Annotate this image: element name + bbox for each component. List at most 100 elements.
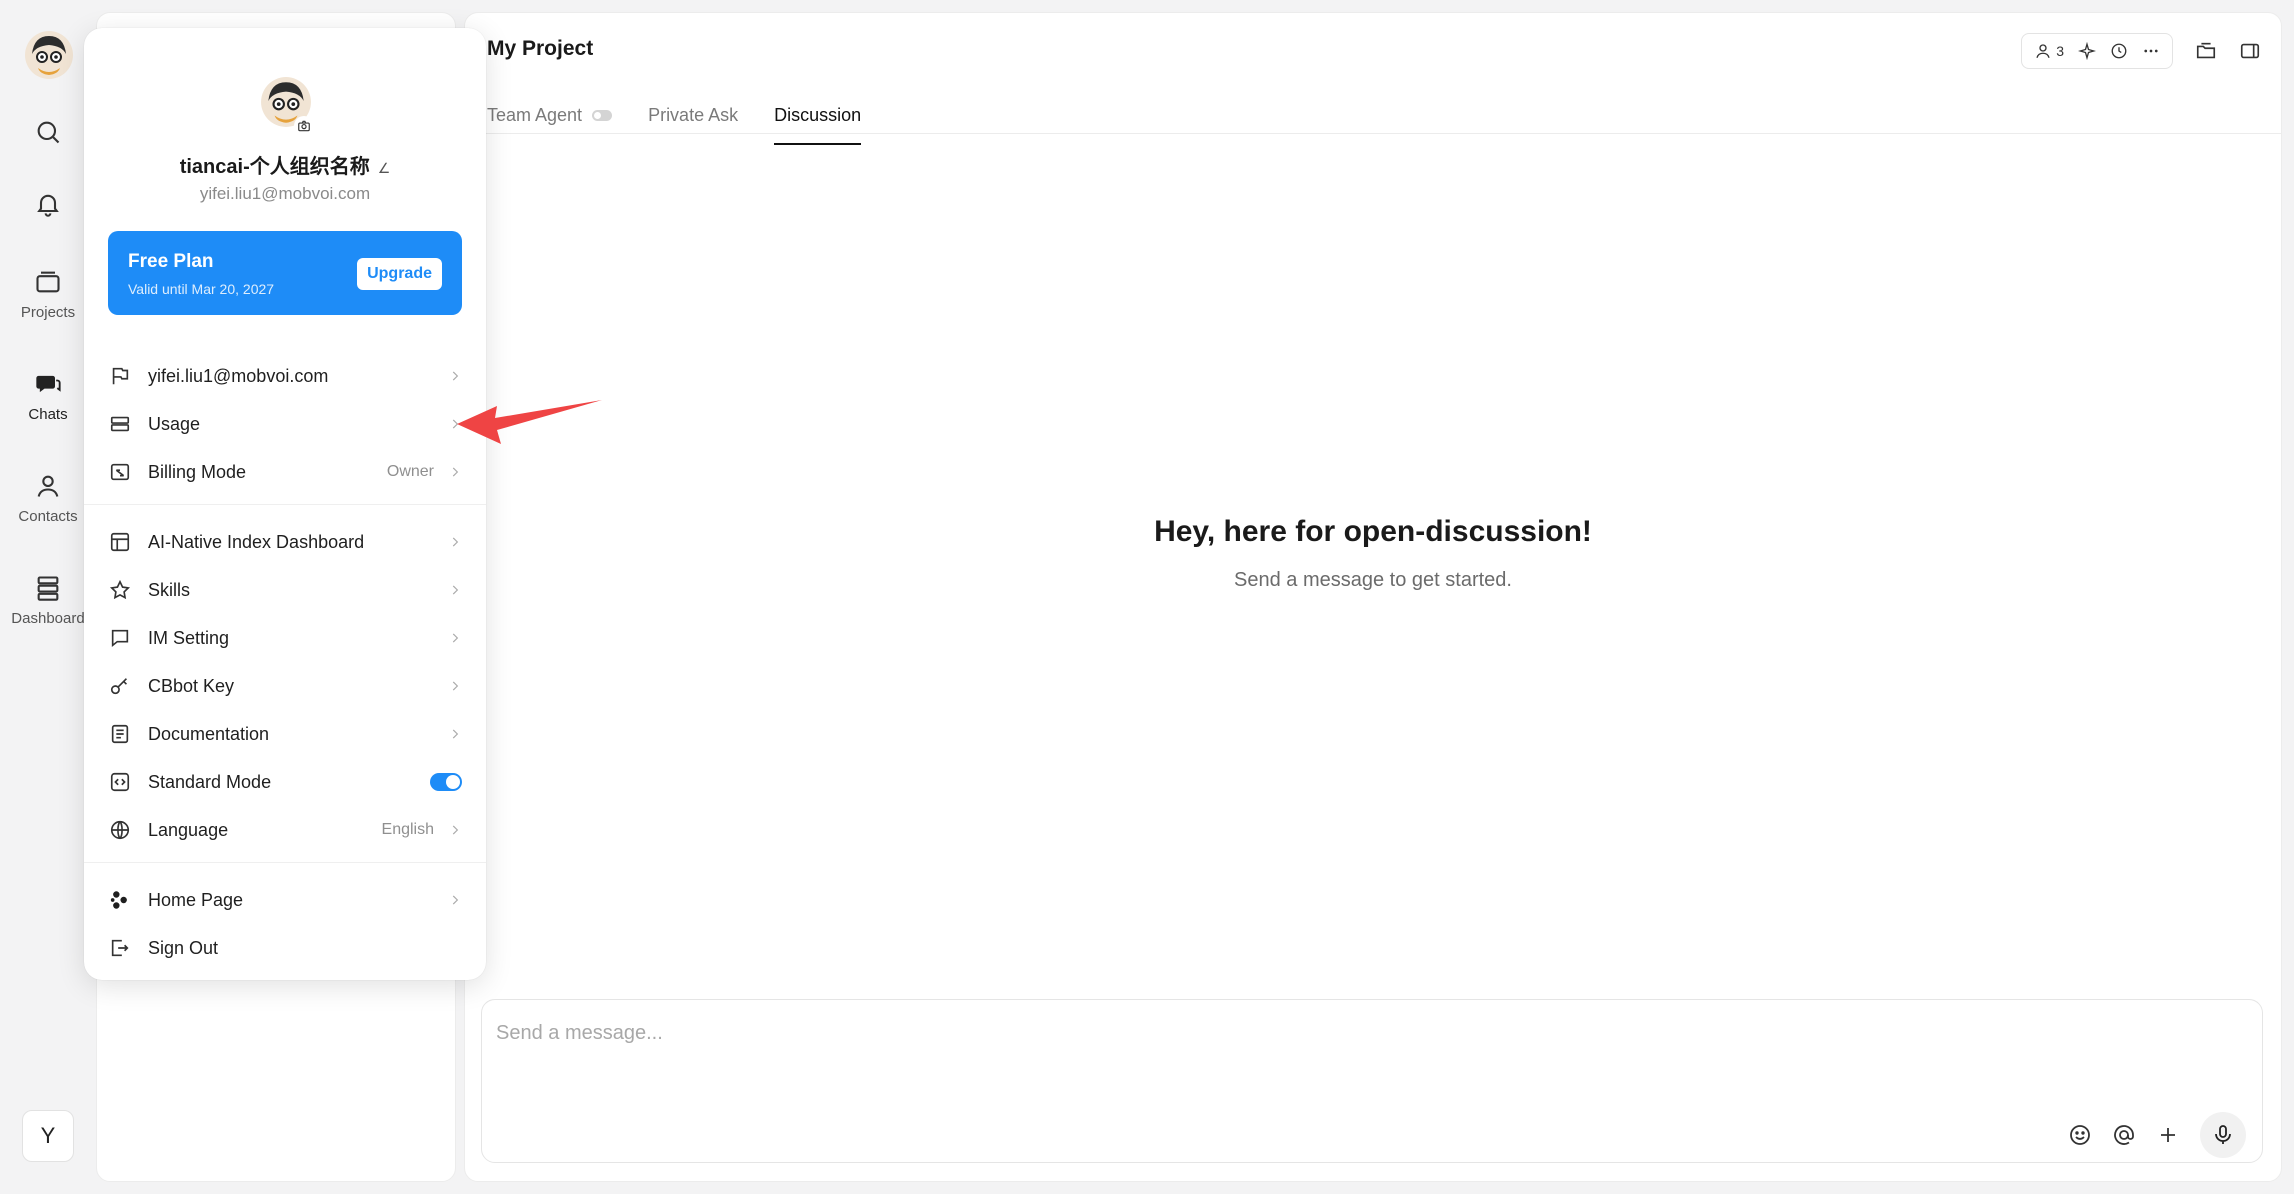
menu-label: yifei.liu1@mobvoi.com bbox=[148, 365, 329, 386]
voice-input-button[interactable] bbox=[2200, 1112, 2246, 1158]
rail-label: Chats bbox=[28, 406, 68, 423]
menu-label: Usage bbox=[148, 413, 201, 434]
page-title: My Project bbox=[487, 37, 594, 60]
menu-label: Billing Mode bbox=[148, 461, 247, 482]
toolbar-group: 3 bbox=[2021, 33, 2173, 69]
tab-label: Private Ask bbox=[648, 105, 739, 125]
menu-item-im-setting[interactable]: IM Setting bbox=[108, 618, 462, 658]
left-rail: Projects Chats Contacts Dashboard Y bbox=[0, 0, 96, 1194]
menu-label: Documentation bbox=[148, 723, 270, 744]
user-icon bbox=[2036, 44, 2050, 58]
code-icon bbox=[108, 770, 132, 794]
flag-icon bbox=[108, 364, 132, 388]
tab-team-agent[interactable]: Team Agent bbox=[487, 97, 613, 145]
rail-label: Contacts bbox=[18, 508, 78, 525]
menu-item-account[interactable]: yifei.liu1@mobvoi.com bbox=[108, 356, 462, 396]
profile-name: tiancai-个人组织名称 ∠ bbox=[84, 150, 486, 179]
edit-name-icon[interactable]: ∠ bbox=[378, 160, 391, 176]
menu-item-sign-out[interactable]: Sign Out bbox=[108, 928, 462, 968]
rail-label: Dashboard bbox=[11, 610, 85, 627]
menu-item-language[interactable]: Language English bbox=[108, 810, 462, 850]
rail-dashboard[interactable]: Dashboard bbox=[0, 574, 96, 627]
empty-state-title: Hey, here for open-discussion! bbox=[1154, 515, 1592, 548]
key-icon bbox=[108, 674, 132, 698]
rail-search[interactable] bbox=[0, 118, 96, 146]
standard-mode-toggle[interactable] bbox=[430, 773, 462, 791]
user-icon bbox=[37, 475, 59, 497]
message-composer bbox=[481, 999, 2263, 1163]
chevron-right-icon bbox=[452, 371, 459, 381]
rail-label: Projects bbox=[20, 304, 76, 321]
folder-icon bbox=[36, 271, 60, 293]
upgrade-button[interactable]: Upgrade bbox=[357, 258, 442, 290]
more-icon[interactable] bbox=[2142, 42, 2160, 60]
clock-icon[interactable] bbox=[2110, 42, 2128, 60]
menu-item-standard-mode: Standard Mode bbox=[108, 762, 462, 802]
chevron-right-icon bbox=[452, 825, 459, 835]
member-count: 3 bbox=[2056, 43, 2064, 59]
chevron-right-icon bbox=[452, 585, 459, 595]
sparkle-icon[interactable] bbox=[2078, 42, 2096, 60]
plus-icon[interactable] bbox=[2156, 1123, 2180, 1147]
tab-private-ask[interactable]: Private Ask bbox=[648, 97, 738, 145]
rail-projects[interactable]: Projects bbox=[0, 268, 96, 321]
search-icon bbox=[37, 121, 60, 144]
profile-name-text: tiancai-个人组织名称 bbox=[179, 156, 370, 178]
menu-label: Standard Mode bbox=[148, 771, 272, 792]
team-agent-toggle[interactable] bbox=[592, 110, 613, 121]
menu-item-cbbot-key[interactable]: CBbot Key bbox=[108, 666, 462, 706]
database-icon bbox=[37, 576, 59, 601]
menu-item-home-page[interactable]: Home Page bbox=[108, 880, 462, 920]
menu-item-documentation[interactable]: Documentation bbox=[108, 714, 462, 754]
rail-contacts[interactable]: Contacts bbox=[0, 472, 96, 525]
rail-chats[interactable]: Chats bbox=[0, 370, 96, 423]
user-avatar-icon[interactable] bbox=[24, 30, 74, 80]
menu-item-ai-dashboard[interactable]: AI-Native Index Dashboard bbox=[108, 522, 462, 562]
menu-value: Owner bbox=[386, 463, 434, 480]
main-panel: My Project 3 Team Agent Private Ask Disc… bbox=[464, 12, 2282, 1182]
bell-icon bbox=[37, 194, 59, 217]
microphone-icon bbox=[2215, 1125, 2231, 1144]
tab-label: Discussion bbox=[774, 105, 862, 125]
members-button[interactable]: 3 bbox=[2034, 42, 2064, 60]
annotation-arrow-icon bbox=[457, 400, 602, 444]
menu-label: AI-Native Index Dashboard bbox=[148, 531, 365, 552]
mention-icon[interactable] bbox=[2112, 1123, 2136, 1147]
message-input[interactable] bbox=[496, 1022, 2196, 1045]
globe-icon bbox=[108, 818, 132, 842]
profile-popover: tiancai-个人组织名称 ∠ yifei.liu1@mobvoi.com Fr… bbox=[84, 28, 486, 980]
menu-divider bbox=[84, 504, 486, 505]
rail-notifications[interactable] bbox=[0, 190, 96, 218]
logo-icon bbox=[108, 888, 132, 912]
user-initial-button[interactable]: Y bbox=[22, 1110, 74, 1162]
chevron-right-icon bbox=[452, 467, 459, 477]
chevron-right-icon bbox=[452, 681, 459, 691]
menu-label: Skills bbox=[148, 579, 191, 600]
star-icon bbox=[108, 578, 132, 602]
tabs-divider bbox=[465, 133, 2281, 134]
menu-item-skills[interactable]: Skills bbox=[108, 570, 462, 610]
empty-state-subtitle: Send a message to get started. bbox=[1234, 569, 1512, 591]
chevron-right-icon bbox=[452, 895, 459, 905]
message-square-icon bbox=[108, 626, 132, 650]
plan-name: Free Plan bbox=[128, 251, 214, 272]
menu-label: Language bbox=[148, 819, 229, 840]
camera-icon bbox=[298, 120, 310, 132]
menu-item-billing-mode[interactable]: Billing Mode Owner bbox=[108, 452, 462, 492]
sign-out-icon bbox=[108, 936, 132, 960]
change-avatar-button[interactable] bbox=[294, 116, 314, 136]
menu-divider bbox=[84, 862, 486, 863]
tab-discussion[interactable]: Discussion bbox=[774, 97, 862, 145]
menu-item-usage[interactable]: Usage bbox=[108, 404, 462, 444]
folder-open-icon[interactable] bbox=[2195, 40, 2217, 62]
menu-value: English bbox=[381, 821, 434, 838]
sidebar-toggle-icon[interactable] bbox=[2239, 40, 2261, 62]
layout-icon bbox=[108, 530, 132, 554]
plan-valid-until: Valid until Mar 20, 2027 bbox=[128, 281, 275, 297]
menu-label: Home Page bbox=[148, 889, 244, 910]
composer-tools bbox=[2068, 1112, 2246, 1158]
emoji-icon[interactable] bbox=[2068, 1123, 2092, 1147]
tab-label: Team Agent bbox=[487, 105, 583, 125]
chat-bubble-icon bbox=[36, 375, 61, 393]
menu-label: Sign Out bbox=[148, 937, 219, 958]
